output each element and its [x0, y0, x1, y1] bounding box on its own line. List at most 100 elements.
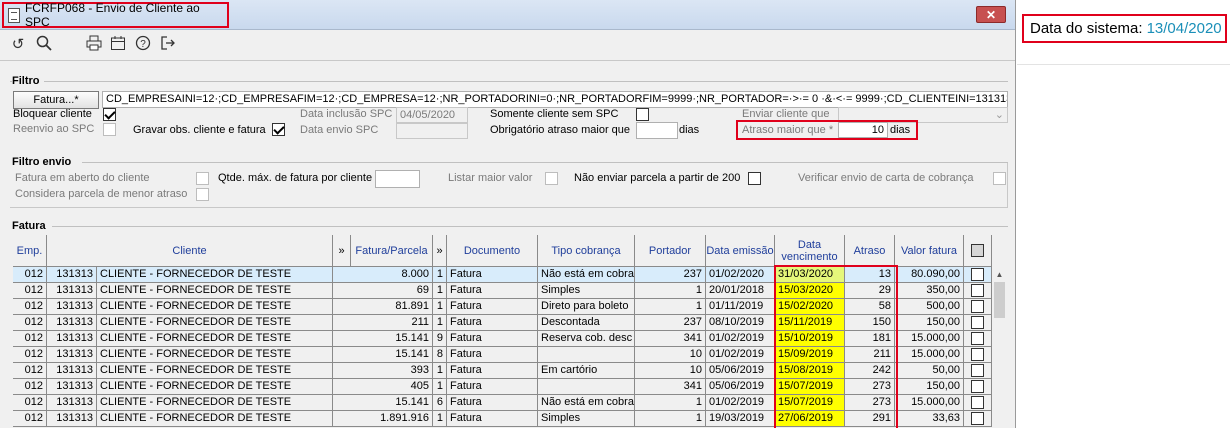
help-icon[interactable]: ?: [133, 35, 153, 55]
qtde-max-field[interactable]: [375, 170, 420, 188]
cell-cod[interactable]: 131313: [47, 267, 97, 283]
cell-valor[interactable]: 15.000,00: [895, 395, 964, 411]
bloquear-cliente-checkbox[interactable]: [103, 108, 116, 121]
cell-tipo[interactable]: Não está em cobrai: [538, 267, 635, 283]
cell-emissao[interactable]: 01/02/2019: [706, 347, 775, 363]
cell-nome[interactable]: CLIENTE - FORNECEDOR DE TESTE: [97, 379, 333, 395]
col-data-emissao[interactable]: Data emissão: [706, 235, 775, 267]
cell-tipo[interactable]: [538, 347, 635, 363]
cell-parcela[interactable]: 1: [433, 283, 447, 299]
cell-cod[interactable]: 131313: [47, 363, 97, 379]
cell-emissao[interactable]: 01/02/2019: [706, 395, 775, 411]
cell-fatura[interactable]: 211: [333, 315, 433, 331]
cell-cod[interactable]: 131313: [47, 331, 97, 347]
cell-doc[interactable]: Fatura: [447, 283, 538, 299]
cell-portador[interactable]: 10: [635, 363, 706, 379]
cell-nome[interactable]: CLIENTE - FORNECEDOR DE TESTE: [97, 363, 333, 379]
col-atraso[interactable]: Atraso: [845, 235, 895, 267]
atraso-maior-field[interactable]: 10: [838, 122, 888, 138]
cell-tipo[interactable]: Em cartório: [538, 363, 635, 379]
cell-emissao[interactable]: 01/02/2020: [706, 267, 775, 283]
cell-tipo[interactable]: Descontada: [538, 315, 635, 331]
cell-valor[interactable]: 350,00: [895, 283, 964, 299]
row-checkbox[interactable]: [971, 300, 984, 313]
cell-cod[interactable]: 131313: [47, 395, 97, 411]
somente-cliente-checkbox[interactable]: [636, 108, 649, 121]
cell-doc[interactable]: Fatura: [447, 395, 538, 411]
cell-nome[interactable]: CLIENTE - FORNECEDOR DE TESTE: [97, 331, 333, 347]
cell-portador[interactable]: 1: [635, 299, 706, 315]
row-checkbox[interactable]: [971, 348, 984, 361]
cell-fatura[interactable]: 69: [333, 283, 433, 299]
cell-cod[interactable]: 131313: [47, 299, 97, 315]
cell-doc[interactable]: Fatura: [447, 331, 538, 347]
cell-parcela[interactable]: 1: [433, 315, 447, 331]
cell-emp[interactable]: 012: [13, 395, 47, 411]
col-tipo-cobranca[interactable]: Tipo cobrança: [538, 235, 635, 267]
cell-portador[interactable]: 1: [635, 395, 706, 411]
cell-doc[interactable]: Fatura: [447, 363, 538, 379]
data-inclusao-field[interactable]: 04/05/2020: [396, 107, 468, 123]
cell-emp[interactable]: 012: [13, 363, 47, 379]
cell-valor[interactable]: 50,00: [895, 363, 964, 379]
nao-enviar-checkbox[interactable]: [748, 172, 761, 185]
cell-valor[interactable]: 15.000,00: [895, 347, 964, 363]
row-checkbox[interactable]: [971, 316, 984, 329]
cell-fatura[interactable]: 15.141: [333, 347, 433, 363]
scroll-thumb[interactable]: [994, 282, 1005, 318]
cell-fatura[interactable]: 81.891: [333, 299, 433, 315]
cell-emp[interactable]: 012: [13, 315, 47, 331]
cell-tipo[interactable]: Simples: [538, 411, 635, 427]
cell-fatura[interactable]: 15.141: [333, 331, 433, 347]
cell-emp[interactable]: 012: [13, 379, 47, 395]
cell-nome[interactable]: CLIENTE - FORNECEDOR DE TESTE: [97, 267, 333, 283]
cell-tipo[interactable]: [538, 379, 635, 395]
row-checkbox[interactable]: [971, 268, 984, 281]
cell-portador[interactable]: 1: [635, 283, 706, 299]
cell-valor[interactable]: 33,63: [895, 411, 964, 427]
scroll-up-icon[interactable]: ▲: [993, 268, 1006, 281]
cell-emissao[interactable]: 05/06/2019: [706, 379, 775, 395]
col-emp[interactable]: Emp.: [13, 235, 47, 267]
cell-portador[interactable]: 1: [635, 411, 706, 427]
cell-parcela[interactable]: 6: [433, 395, 447, 411]
cell-fatura[interactable]: 393: [333, 363, 433, 379]
obrigatorio-atraso-field[interactable]: [636, 122, 678, 139]
cell-cod[interactable]: 131313: [47, 315, 97, 331]
cell-nome[interactable]: CLIENTE - FORNECEDOR DE TESTE: [97, 315, 333, 331]
cell-emissao[interactable]: 01/02/2019: [706, 331, 775, 347]
close-button[interactable]: ✕: [976, 6, 1006, 23]
col-fatura-parcela[interactable]: Fatura/Parcela: [351, 235, 433, 267]
row-checkbox[interactable]: [971, 284, 984, 297]
col-expand-cliente[interactable]: »: [333, 235, 351, 267]
cell-emissao[interactable]: 05/06/2019: [706, 363, 775, 379]
calendar-icon[interactable]: [108, 35, 128, 55]
cell-cod[interactable]: 131313: [47, 283, 97, 299]
fatura-filter-field[interactable]: CD_EMPRESAINI=12·;CD_EMPRESAFIM=12·;CD_E…: [102, 91, 1008, 108]
cell-valor[interactable]: 150,00: [895, 379, 964, 395]
cell-tipo[interactable]: Reserva cob. desc: [538, 331, 635, 347]
cell-parcela[interactable]: 1: [433, 299, 447, 315]
search-icon[interactable]: [34, 35, 54, 55]
cell-tipo[interactable]: Simples: [538, 283, 635, 299]
row-checkbox[interactable]: [971, 364, 984, 377]
cell-emp[interactable]: 012: [13, 411, 47, 427]
cell-emissao[interactable]: 19/03/2019: [706, 411, 775, 427]
cell-valor[interactable]: 500,00: [895, 299, 964, 315]
cell-emp[interactable]: 012: [13, 299, 47, 315]
cell-portador[interactable]: 341: [635, 331, 706, 347]
cell-portador[interactable]: 237: [635, 315, 706, 331]
cell-doc[interactable]: Fatura: [447, 315, 538, 331]
cell-emp[interactable]: 012: [13, 267, 47, 283]
considera-parcela-checkbox[interactable]: [196, 188, 209, 201]
cell-parcela[interactable]: 1: [433, 267, 447, 283]
cell-emp[interactable]: 012: [13, 331, 47, 347]
cell-parcela[interactable]: 1: [433, 379, 447, 395]
cell-doc[interactable]: Fatura: [447, 299, 538, 315]
cell-nome[interactable]: CLIENTE - FORNECEDOR DE TESTE: [97, 395, 333, 411]
fatura-filter-button[interactable]: Fatura...*: [13, 91, 99, 109]
cell-tipo[interactable]: Não está em cobrai: [538, 395, 635, 411]
cell-fatura[interactable]: 405: [333, 379, 433, 395]
row-checkbox[interactable]: [971, 332, 984, 345]
col-portador[interactable]: Portador: [635, 235, 706, 267]
